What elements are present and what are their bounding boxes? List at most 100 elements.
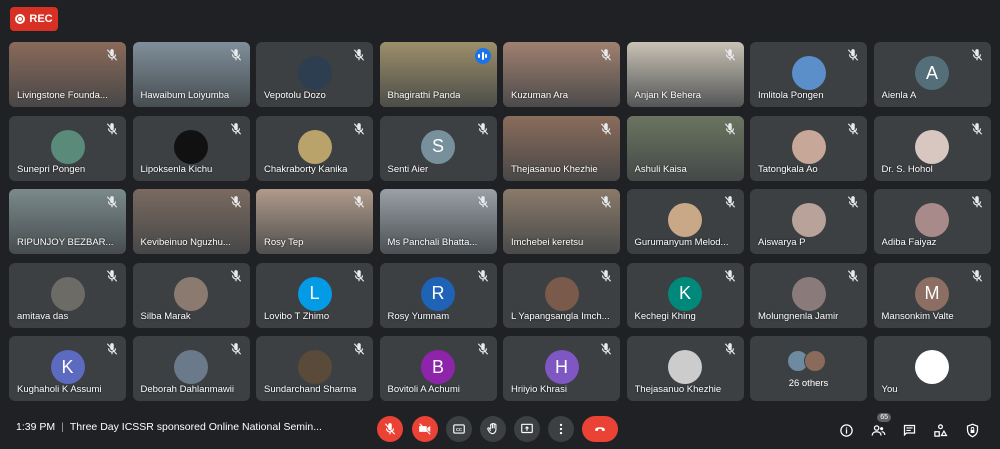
muted-indicator: [105, 122, 119, 136]
more-options-button[interactable]: [548, 416, 574, 442]
participant-tile[interactable]: Tatongkala Ao: [750, 115, 867, 181]
svg-text:CC: CC: [456, 427, 462, 432]
participant-tile[interactable]: Vepotolu Dozo: [256, 42, 373, 107]
avatar-initial: K: [668, 276, 702, 311]
participant-tile[interactable]: Lipoksenla Kichu: [132, 115, 250, 181]
mic-off-icon: [477, 196, 488, 208]
participant-tile[interactable]: Ms Panchali Bhatta...: [379, 189, 497, 254]
mic-off-icon: [106, 122, 118, 135]
hang-up-icon: [595, 427, 605, 432]
record-icon: [15, 14, 26, 24]
muted-indicator: [970, 122, 984, 136]
participant-name: RIPUNJOY BEZBAR...: [17, 237, 114, 248]
people-button[interactable]: 65: [869, 413, 891, 439]
participant-tile[interactable]: amitava das: [9, 262, 126, 328]
participant-tile[interactable]: Sunepri Pongen: [9, 115, 126, 181]
participant-tile[interactable]: Livingstone Founda...: [9, 42, 126, 107]
host-controls-button[interactable]: [963, 421, 981, 439]
avatar: [915, 203, 949, 237]
participant-tile[interactable]: Thejasanuo Khezhie: [503, 115, 620, 181]
microphone-button[interactable]: [377, 416, 403, 442]
participant-name: Aienla A: [881, 90, 917, 101]
participant-tile[interactable]: 26 others: [750, 336, 867, 401]
participant-tile[interactable]: L Yapangsangla Imch...: [503, 262, 620, 328]
participant-tile[interactable]: Sundarchand Sharma: [256, 336, 373, 401]
participant-tile[interactable]: H Hriiyio Khrasi: [503, 336, 620, 401]
leave-call-button[interactable]: [582, 416, 618, 442]
participant-tile[interactable]: Rosy Tep: [256, 189, 373, 254]
muted-indicator: [599, 269, 613, 283]
participant-tile[interactable]: Kevibeinuo Nguzhu...: [132, 189, 250, 254]
muted-indicator: [105, 269, 119, 283]
mic-off-icon: [230, 49, 241, 61]
avatar-initial: S: [421, 129, 455, 164]
participant-tile[interactable]: Deborah Dahlanmawii: [132, 336, 250, 401]
participant-tile[interactable]: K Kughaholi K Assumi: [9, 336, 126, 401]
participant-tile[interactable]: Molungnenla Jamir: [750, 262, 867, 328]
avatar: [803, 350, 826, 372]
muted-indicator: [352, 342, 366, 356]
muted-indicator: [723, 195, 737, 209]
participant-tile[interactable]: Adiba Faiyaz: [873, 189, 991, 254]
raise-hand-button[interactable]: [480, 416, 506, 442]
avatar: [915, 129, 949, 164]
avatar: [915, 350, 949, 384]
participant-name: Senti Aier: [387, 163, 429, 175]
muted-indicator: [846, 195, 860, 209]
participant-tile[interactable]: S Senti Aier: [379, 115, 497, 181]
camera-button[interactable]: [412, 416, 438, 442]
avatar: [50, 129, 85, 164]
speaking-indicator-icon: [474, 48, 491, 64]
participant-tile[interactable]: Hawaibum Loiyumba: [132, 42, 250, 107]
participant-tile[interactable]: R Rosy Yumnam: [379, 262, 497, 328]
captions-button[interactable]: CC: [446, 416, 472, 442]
participant-name: Ashuli Kaisa: [634, 163, 687, 175]
participant-tile[interactable]: Ashuli Kaisa: [626, 115, 744, 181]
participant-tile[interactable]: Silba Marak: [132, 262, 250, 328]
participant-tile[interactable]: B Bovitoli A Achumi: [379, 336, 497, 401]
participant-tile[interactable]: Imchebei keretsu: [503, 189, 620, 254]
mic-off-icon: [971, 269, 982, 282]
participant-tile[interactable]: RIPUNJOY BEZBAR...: [9, 189, 126, 254]
participant-name: Anjan K Behera: [634, 90, 702, 101]
participant-name: Bovitoli A Achumi: [387, 384, 460, 395]
participant-tile[interactable]: Aiswarya P: [750, 189, 867, 254]
participant-tile[interactable]: L Lovibo T Zhimo: [256, 262, 373, 328]
participant-tile[interactable]: A Aienla A: [873, 42, 991, 107]
chat-icon: [903, 424, 915, 436]
participant-tile[interactable]: Gurumanyum Melod...: [626, 189, 744, 254]
participant-tile[interactable]: Bhagirathi Panda: [379, 42, 497, 107]
muted-indicator: [846, 48, 860, 62]
participant-tile[interactable]: Chakraborty Kanika: [256, 115, 373, 181]
muted-indicator: [229, 195, 243, 209]
participant-tile[interactable]: Thejasanuo Khezhie: [626, 336, 744, 401]
participant-tile[interactable]: Imlitola Pongen: [750, 42, 867, 107]
avatar: [791, 203, 826, 237]
mic-off-icon: [600, 343, 612, 355]
participant-name: Deborah Dahlanmawii: [140, 384, 234, 395]
meeting-title: Three Day ICSSR sponsored Online Nationa…: [69, 421, 322, 433]
muted-indicator: [970, 48, 984, 62]
muted-indicator: [599, 342, 613, 356]
participant-tile[interactable]: K Kechegi Khing: [626, 262, 744, 328]
chat-button[interactable]: [900, 421, 918, 439]
participant-tile[interactable]: Anjan K Behera: [626, 42, 744, 107]
muted-indicator: [105, 342, 119, 356]
avatar-initial: B: [421, 350, 455, 384]
muted-indicator: [105, 48, 119, 62]
meeting-details[interactable]: 1:39 PM | Three Day ICSSR sponsored Online…: [16, 421, 322, 433]
avatar: [668, 350, 702, 384]
mic-off-icon: [106, 343, 118, 355]
participant-tile[interactable]: Kuzuman Ara: [503, 42, 620, 107]
participant-tile[interactable]: Dr. S. Hohol: [873, 115, 991, 181]
mic-off-icon: [353, 122, 365, 135]
activities-button[interactable]: [931, 421, 949, 439]
mic-off-icon: [106, 269, 118, 282]
mic-off-icon: [230, 122, 241, 135]
present-button[interactable]: [514, 416, 540, 442]
participant-tile[interactable]: M Mansonkim Valte: [873, 262, 991, 328]
muted-indicator: [476, 269, 490, 283]
participant-tile[interactable]: You: [873, 336, 991, 401]
avatar-initial: K: [50, 350, 85, 384]
meeting-details-button[interactable]: [837, 421, 855, 439]
